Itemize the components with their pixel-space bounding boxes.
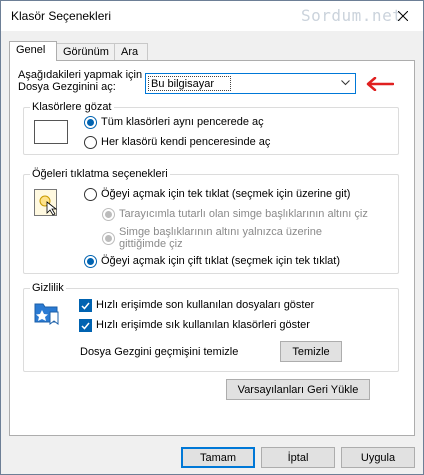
open-explorer-label-line2: Dosya Gezginini aç: [18,81,116,93]
radio-label-line1: Simge başlıklarının altını yalnızca üzer… [119,226,322,238]
check-recent-files[interactable]: Hızlı erişimde son kullanılan dosyaları … [79,299,314,312]
click-items-group: Öğeleri tıklatma seçenekleri Öğeyi açmak… [23,168,399,274]
cancel-button[interactable]: İptal [261,447,335,468]
radio-same-window[interactable]: Tüm klasörleri aynı pencerede aç [84,116,264,129]
radio-own-window[interactable]: Her klasörü kendi penceresinde aç [84,136,270,149]
group-title: Gizlilik [30,282,66,294]
window-icon [34,120,68,144]
red-arrow-icon [366,77,394,91]
tab-label: Görünüm [63,46,109,58]
radio-label-line2: gittiğimde çiz [119,238,183,250]
title-bar: Klasör Seçenekleri Sordum.net [1,1,423,31]
tab-search[interactable]: Ara [114,43,148,60]
folder-options-dialog: Klasör Seçenekleri Sordum.net Genel Görü… [0,0,424,475]
radio-label: Tarayıcımla tutarlı olan simge başlıklar… [119,208,368,220]
general-tab-panel: Aşağıdakileri yapmak için Dosya Gezginin… [9,60,415,436]
radio-button[interactable] [102,232,115,245]
radio-underline-browser[interactable]: Tarayıcımla tutarlı olan simge başlıklar… [102,208,368,221]
radio-label: Her klasörü kendi penceresinde aç [101,136,271,148]
chevron-down-icon [341,80,350,86]
browse-folders-group: Klasörlere gözat Tüm klasörleri aynı pen… [23,101,399,155]
radio-label: Öğeyi açmak için çift tıklat (seçmek içi… [101,255,341,267]
open-explorer-label-line1: Aşağıdakileri yapmak için [18,69,143,81]
clear-history-label: Dosya Gezgini geçmişini temizle [80,346,239,358]
radio-underline-hover[interactable]: Simge başlıklarının altını yalnızca üzer… [102,226,322,250]
tab-general[interactable]: Genel [9,41,57,61]
radio-double-click[interactable]: Öğeyi açmak için çift tıklat (seçmek içi… [84,255,340,268]
clear-button[interactable]: Temizle [280,341,342,362]
checkbox-checked[interactable] [79,319,92,332]
checkmark-icon [81,302,90,310]
dropdown-selected-value: Bu bilgisayar [151,78,214,90]
privacy-group: Gizlilik Hızlı erişimde son kullanılan d… [23,282,399,372]
watermark-text: Sordum.net [301,6,403,25]
radio-single-click[interactable]: Öğeyi açmak için tek tıklat (seçmek için… [84,188,350,201]
checkmark-icon [81,322,90,330]
radio-label: Öğeyi açmak için tek tıklat (seçmek için… [101,188,351,200]
apply-button[interactable]: Uygula [341,447,415,468]
radio-label: Simge başlıklarının altını yalnızca üzer… [119,226,322,250]
check-frequent-folders[interactable]: Hızlı erişimde sık kullanılan klasörleri… [79,319,310,332]
tab-label: Ara [121,46,139,58]
group-title: Klasörlere gözat [30,101,114,113]
close-button[interactable] [389,5,417,27]
checkbox-checked[interactable] [79,299,92,312]
single-click-icon [34,189,58,216]
close-icon [398,11,408,21]
radio-button[interactable] [84,188,97,201]
tab-label: Genel [16,44,46,56]
window-title: Klasör Seçenekleri [11,9,112,23]
radio-button[interactable] [84,136,97,149]
checkbox-label: Hızlı erişimde sık kullanılan klasörleri… [96,319,310,331]
radio-button[interactable] [102,208,115,221]
radio-button[interactable] [84,255,97,268]
open-explorer-dropdown[interactable]: Bu bilgisayar [145,73,356,94]
ok-button[interactable]: Tamam [181,447,255,468]
open-explorer-label: Aşağıdakileri yapmak için Dosya Gezginin… [18,69,142,93]
checkbox-label: Hızlı erişimde son kullanılan dosyaları … [96,299,315,311]
group-title: Öğeleri tıklatma seçenekleri [30,168,170,180]
radio-label: Tüm klasörleri aynı pencerede aç [101,116,264,128]
restore-defaults-button[interactable]: Varsayılanları Geri Yükle [226,379,370,400]
tab-view[interactable]: Görünüm [56,43,115,60]
radio-button[interactable] [84,116,97,129]
quick-access-icon [34,303,59,325]
